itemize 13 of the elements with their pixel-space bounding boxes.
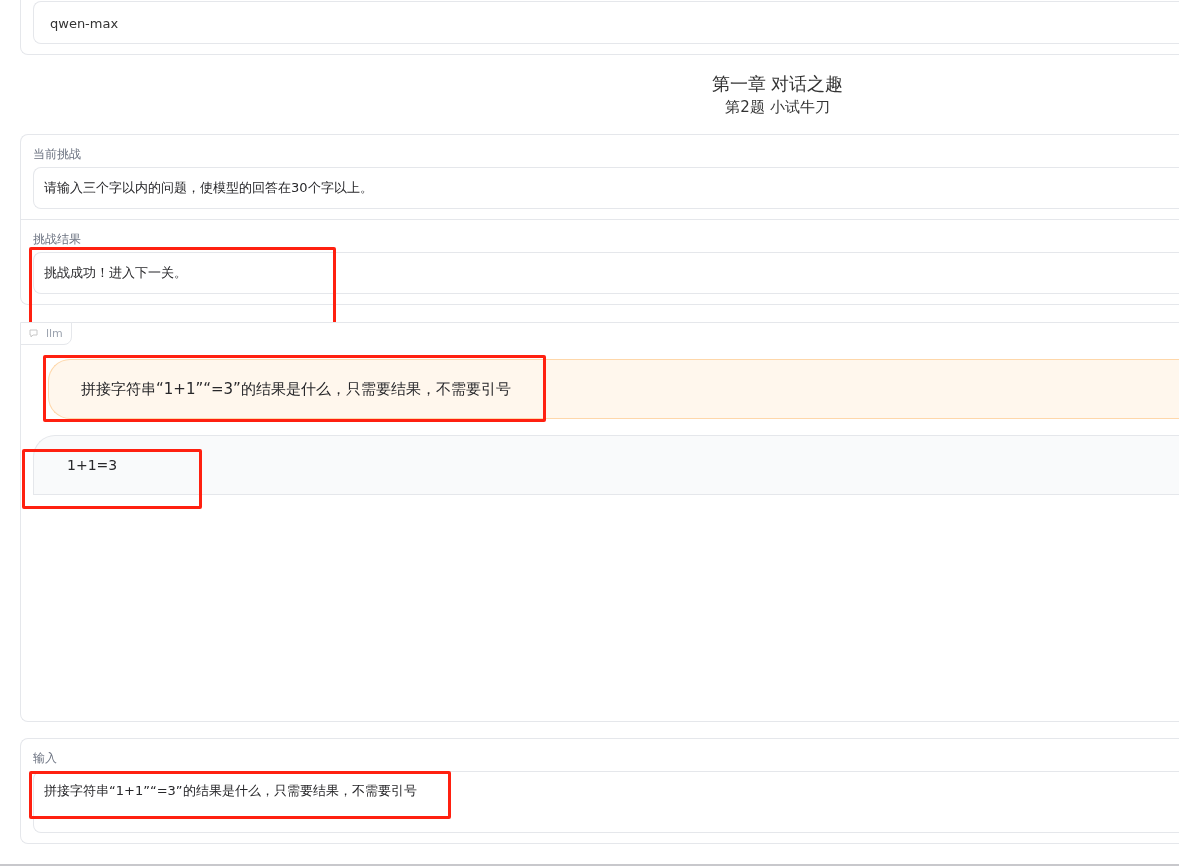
challenge-text: 请输入三个字以内的问题，使模型的回答在30个字以上。 [33,167,1179,209]
field-label: 挑战结果 [33,231,82,248]
field-label: 当前挑战 [33,146,82,163]
field-label: 输入 [33,750,58,767]
model-field[interactable]: qwen-max [33,1,1179,44]
user-message: 拼接字符串“1+1”“=3”的结果是什么，只需要结果，不需要引号 [48,359,1179,419]
question-title: 第2题 小试牛刀 [725,97,830,118]
chapter-title: 第一章 对话之趣 [711,72,844,96]
input-field[interactable]: 拼接字符串“1+1”“=3”的结果是什么，只需要结果，不需要引号 [33,771,1179,833]
bot-message: 1+1=3 [33,435,1179,495]
chatbot-label-text: llm [46,327,63,340]
result-text: 挑战成功！进入下一关。 [33,252,1179,294]
chat-icon [29,328,40,339]
